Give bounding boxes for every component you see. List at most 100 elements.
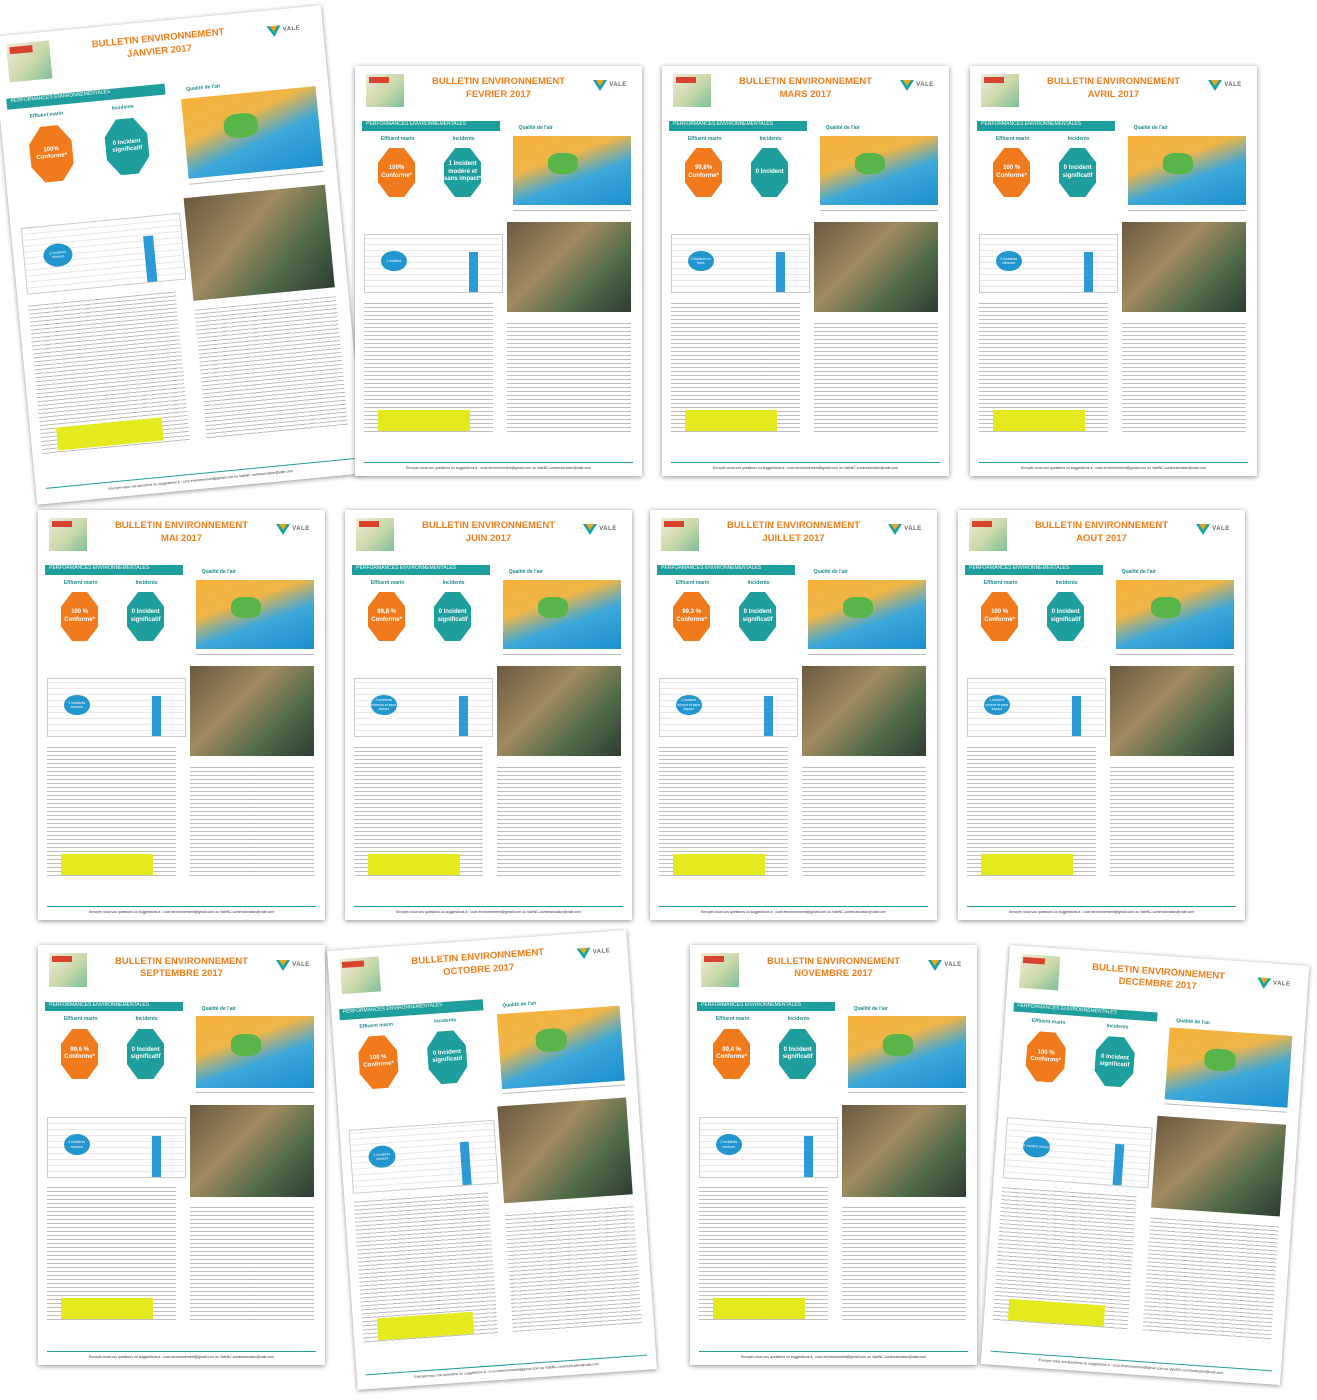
ccce-logo	[356, 518, 394, 551]
footer-contact: Envoyer-nous vos questions ou suggestion…	[88, 1354, 275, 1359]
vale-v-accent-icon	[903, 80, 912, 87]
bulletin-title: BULLETIN ENVIRONNEMENT DECEMBRE 2017	[1061, 959, 1254, 998]
section-bar: PERFORMANCES ENVIRONNEMENTALES	[362, 121, 500, 131]
vale-wordmark: VALE	[944, 961, 962, 968]
vale-logo: VALE	[593, 80, 633, 101]
footer-rule	[966, 905, 1237, 907]
infos-text	[802, 764, 926, 879]
effluent-label: Effluent marin	[995, 135, 1030, 142]
vale-v-accent-icon	[269, 25, 278, 33]
vale-v-accent-icon	[579, 948, 588, 955]
infos-text	[1142, 1215, 1280, 1343]
footer-rule	[363, 461, 634, 463]
incidents-label: Incidents	[111, 103, 134, 112]
incidents-chip: 4 incidents mineurs	[63, 1134, 90, 1155]
ccce-logo	[661, 518, 699, 551]
section-bar: PERFORMANCES ENVIRONNEMENTALES	[45, 565, 183, 575]
incidents-chip: 2 incidents mineurs	[63, 694, 90, 715]
incidents-badge: 0 Incident significatif	[738, 592, 777, 642]
air-quality-map	[807, 579, 926, 650]
bulletin-heading: BULLETIN ENVIRONNEMENT	[432, 76, 565, 88]
air-quality-label: Qualité de l'air	[502, 1000, 537, 1009]
effluent-label: Effluent marin	[675, 579, 710, 586]
vale-wordmark: VALE	[1224, 82, 1242, 89]
ccce-logo	[673, 74, 711, 107]
footer-rule	[670, 461, 941, 463]
effluent-badge: 99,8% Conforme*	[684, 148, 723, 198]
incidents-chip: 4 incidents mineurs	[995, 250, 1022, 271]
news-photo	[497, 1097, 633, 1204]
footer-contact: Envoyer-nous vos questions ou suggestion…	[108, 469, 293, 491]
bulletin-month: JUILLET 2017	[762, 533, 825, 545]
ccce-logo	[701, 953, 739, 987]
section-bar: PERFORMANCES ENVIRONNEMENTALES	[338, 999, 483, 1020]
bulletin-title: BULLETIN ENVIRONNEMENT MAI 2017	[90, 520, 274, 546]
effluent-label: Effluent marin	[380, 135, 415, 142]
bulletin-month: FEVRIER 2017	[466, 89, 531, 101]
air-quality-label: Qualité de l'air	[853, 1005, 888, 1012]
air-quality-label: Qualité de l'air	[201, 1005, 236, 1012]
bulletin-heading: BULLETIN ENVIRONNEMENT	[767, 955, 900, 967]
infos-text	[1122, 320, 1246, 435]
footer-contact: Envoyer-nous vos questions ou suggestion…	[1038, 1357, 1224, 1375]
air-quality-label: Qualité de l'air	[1121, 569, 1156, 576]
bulletin-heading: BULLETIN ENVIRONNEMENT	[1047, 76, 1180, 88]
incidents-label: Incidents	[1067, 135, 1090, 142]
vale-logo: VALE	[266, 23, 314, 51]
vale-wordmark: VALE	[592, 948, 611, 956]
news-photo	[1110, 665, 1234, 756]
air-quality-map	[1115, 579, 1234, 650]
footer-rule	[45, 458, 355, 489]
air-quality-label: Qualité de l'air	[201, 569, 236, 576]
footer-rule	[46, 905, 317, 907]
incidents-badge: 0 Incident significatif	[126, 592, 165, 642]
bulletin-page: BULLETIN ENVIRONNEMENT MARS 2017 VALE PERFO…	[662, 66, 949, 476]
infos-text	[507, 320, 631, 435]
bulletin-page: BULLETIN ENVIRONNEMENT JANVIER 2017 VALE PE…	[0, 5, 366, 505]
air-quality-label: Qualité de l'air	[518, 125, 553, 132]
highlight-box	[684, 410, 777, 431]
news-photo	[814, 221, 938, 312]
vale-logo: VALE	[576, 946, 619, 971]
effluent-badge: 100 % Conforme*	[357, 1034, 400, 1089]
vale-logo: VALE	[888, 524, 928, 545]
highlight-box	[377, 410, 470, 431]
vale-v-accent-icon	[1199, 524, 1208, 531]
vale-v-accent-icon	[596, 80, 605, 87]
news-photo	[507, 221, 631, 312]
air-quality-map	[496, 1005, 625, 1089]
vale-v-accent-icon	[279, 524, 288, 531]
bulletin-heading: BULLETIN ENVIRONNEMENT	[1035, 520, 1168, 532]
section-bar: PERFORMANCES ENVIRONNEMENTALES	[352, 565, 490, 575]
map-caption-rule	[512, 209, 631, 216]
incidents-label: Incidents	[452, 135, 475, 142]
news-photo	[842, 1104, 966, 1197]
section-bar: PERFORMANCES ENVIRONNEMENTALES	[45, 1001, 183, 1012]
vale-logo: VALE	[1196, 524, 1236, 545]
incidents-label: Incidents	[433, 1016, 457, 1025]
footer-contact: Envoyer-nous vos questions ou suggestion…	[1008, 909, 1195, 914]
bulletin-title: BULLETIN ENVIRONNEMENT JANVIER 2017	[52, 23, 265, 69]
effluent-label: Effluent marin	[29, 110, 64, 120]
effluent-badge: 100% Conforme*	[28, 124, 76, 184]
map-caption-rule	[819, 209, 938, 216]
footer-contact: Envoyer-nous vos questions ou suggestion…	[88, 909, 275, 914]
bulletin-month: MARS 2017	[779, 89, 832, 101]
section-bar: PERFORMANCES ENVIRONNEMENTALES	[669, 121, 807, 131]
footer-contact: Envoyer-nous vos questions ou suggestion…	[740, 1354, 927, 1359]
vale-v-accent-icon	[1211, 80, 1220, 87]
air-quality-map	[512, 135, 631, 206]
air-quality-label: Qualité de l'air	[813, 569, 848, 576]
bulletin-month: SEPTEMBRE 2017	[140, 968, 223, 980]
section-bar: PERFORMANCES ENVIRONNEMENTALES	[657, 565, 795, 575]
incidents-chip: 1 incident mineur et sans impact	[675, 694, 702, 715]
effluent-badge: 99,3 % Conforme*	[672, 592, 711, 642]
effluent-label: Effluent marin	[63, 579, 98, 586]
bulletin-page: BULLETIN ENVIRONNEMENT OCTOBRE 2017 VALE PE…	[327, 930, 657, 1390]
vale-logo: VALE	[583, 524, 623, 545]
effluent-label: Effluent marin	[983, 579, 1018, 586]
ccce-logo	[1019, 954, 1061, 991]
bulletin-title: BULLETIN ENVIRONNEMENT MARS 2017	[714, 76, 898, 102]
highlight-box	[60, 854, 153, 875]
map-caption-rule	[195, 653, 314, 660]
